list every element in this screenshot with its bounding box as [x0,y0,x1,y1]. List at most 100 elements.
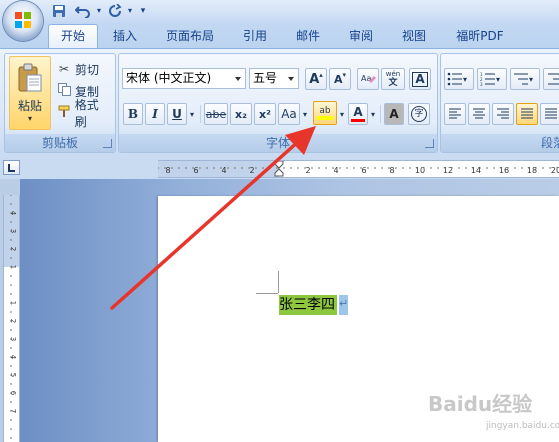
superscript-button[interactable]: x² [254,103,276,125]
font-name-value: 宋体 (中文正文) [126,71,212,85]
character-shading-button[interactable]: A [384,103,404,125]
text-highlight-button[interactable]: ab [313,101,337,125]
scissors-icon: ✂ [58,62,70,76]
phonetic-guide-icon: wén [385,70,401,78]
tab-view[interactable]: 视图 [394,25,434,48]
highlight-dropdown-icon[interactable]: ▾ [337,103,347,125]
redo-icon[interactable] [106,2,124,19]
font-dialog-launcher-icon[interactable] [425,139,434,148]
paragraph-group-label: 段落 [441,134,559,152]
paste-icon [18,63,42,92]
clear-format-icon: Aa [361,74,376,83]
office-button[interactable] [3,1,43,41]
paragraph-mark: ↵ [339,297,349,310]
decrease-indent-button[interactable] [543,68,559,90]
tab-references[interactable]: 引用 [235,25,275,48]
font-color-dropdown-icon[interactable]: ▾ [368,103,378,125]
title-bar: ▾ ▾ ▾ [0,0,559,41]
enclose-characters-button[interactable]: 字 [408,103,430,125]
align-right-icon [497,108,509,119]
paste-label: 粘贴 [17,99,42,113]
ruler-tick-label: 6 [193,166,198,175]
enclose-characters-icon: 字 [411,106,427,122]
paragraph-group: ▾ 123 ▾ ▾ 段落 [440,53,559,153]
font-size-value: 五号 [253,71,278,85]
tab-home[interactable]: 开始 [48,24,98,49]
clipboard-dialog-launcher-icon[interactable] [103,139,112,148]
customize-qat-icon[interactable]: ▾ [138,2,148,19]
horizontal-ruler[interactable]: 8 6 4 2 2 4 6 8 10 12 14 16 18 20 [158,160,559,178]
ruler-row: 8 6 4 2 2 4 6 8 10 12 14 16 18 20 [0,157,559,179]
first-line-indent-marker[interactable] [274,160,284,180]
shrink-font-button[interactable]: A ▾ [329,68,351,90]
shrink-font-icon: A [333,72,343,86]
ruler-ticks: 8 6 4 2 2 4 6 8 10 12 14 16 18 20 [158,166,559,175]
highlight-color-swatch [317,116,333,120]
align-center-button[interactable] [468,103,490,125]
subscript-button[interactable]: x₂ [230,103,252,125]
font-size-combo[interactable]: 五号 [249,68,299,89]
ruler-tick-label: 8 [165,166,170,175]
format-painter-button[interactable]: 格式刷 [55,98,111,129]
format-painter-label: 格式刷 [74,98,99,129]
numbering-icon: 123 [480,72,495,86]
numbering-button[interactable]: 123 ▾ [477,68,507,90]
baidu-watermark-url: jingyan.baidu.com [486,421,559,431]
clipboard-group: 粘贴 ▾ ✂ 剪切 复制 格式刷 剪贴板 [4,53,116,153]
change-case-button[interactable]: Aa [278,103,300,125]
align-right-button[interactable] [492,103,514,125]
paste-button[interactable]: 粘贴 ▾ [9,56,51,130]
tab-insert[interactable]: 插入 [105,25,145,48]
baidu-watermark: Baidu经验 [428,392,533,416]
undo-dropdown-icon[interactable]: ▾ [95,2,103,19]
tab-review[interactable]: 审阅 [341,25,381,48]
align-left-button[interactable] [444,103,466,125]
tab-mailings[interactable]: 邮件 [288,25,328,48]
vertical-ruler[interactable]: 43211234567 [3,195,20,442]
bullets-button[interactable]: ▾ [444,68,474,90]
highlighter-icon: ab [319,106,331,116]
separator [200,105,201,123]
font-color-button[interactable]: A [348,103,368,125]
character-border-button[interactable]: A [409,68,431,90]
italic-button[interactable]: I [145,103,165,125]
superscript-icon: x² [259,107,271,121]
paste-dropdown-icon: ▾ [27,114,32,123]
multilevel-list-button[interactable]: ▾ [510,68,540,90]
tab-selector-button[interactable] [3,160,20,175]
undo-icon[interactable] [72,2,94,19]
clear-format-button[interactable]: Aa [357,68,379,90]
vertical-ruler-ticks: 43211234567 [9,195,17,439]
underline-dropdown-icon[interactable]: ▾ [187,103,197,125]
font-name-combo[interactable]: 宋体 (中文正文) [122,68,246,89]
separator [380,105,381,123]
justify-button[interactable] [516,103,538,125]
left-tab-icon [8,164,15,172]
tab-page-layout[interactable]: 页面布局 [158,25,222,48]
distributed-icon [545,108,557,119]
tab-foxit-pdf[interactable]: 福昕PDF [449,25,511,48]
underline-button[interactable]: U [167,103,187,125]
ruler-tick-label: 2 [249,166,254,175]
save-icon[interactable] [50,2,68,19]
bold-icon: B [127,107,139,121]
ruler-tick-label: 20 [551,166,559,175]
font-name-dropdown-icon[interactable] [235,77,241,81]
distributed-button[interactable] [540,103,559,125]
bold-button[interactable]: B [123,103,143,125]
change-case-dropdown-icon[interactable]: ▾ [300,103,310,125]
margin-corner-mark [278,271,279,293]
font-size-dropdown-icon[interactable] [288,77,294,81]
strikethrough-button[interactable]: abe [204,103,228,125]
character-border-icon: A [412,71,428,87]
font-group-label: 字体 [119,134,437,152]
redo-dropdown-icon[interactable]: ▾ [126,2,134,19]
document-text[interactable]: 张三李四 [279,295,337,315]
phonetic-guide-button[interactable]: wén 文 [381,68,405,90]
strikethrough-icon: abe [205,107,227,121]
ribbon: 粘贴 ▾ ✂ 剪切 复制 格式刷 剪贴板 宋体 (中文正文) 五号 A ▴ A … [0,48,559,158]
font-color-swatch [351,119,365,122]
grow-font-button[interactable]: A ▴ [305,68,327,90]
cut-button[interactable]: ✂ 剪切 [55,58,111,80]
ruler-tick-label: 8 [389,166,394,175]
